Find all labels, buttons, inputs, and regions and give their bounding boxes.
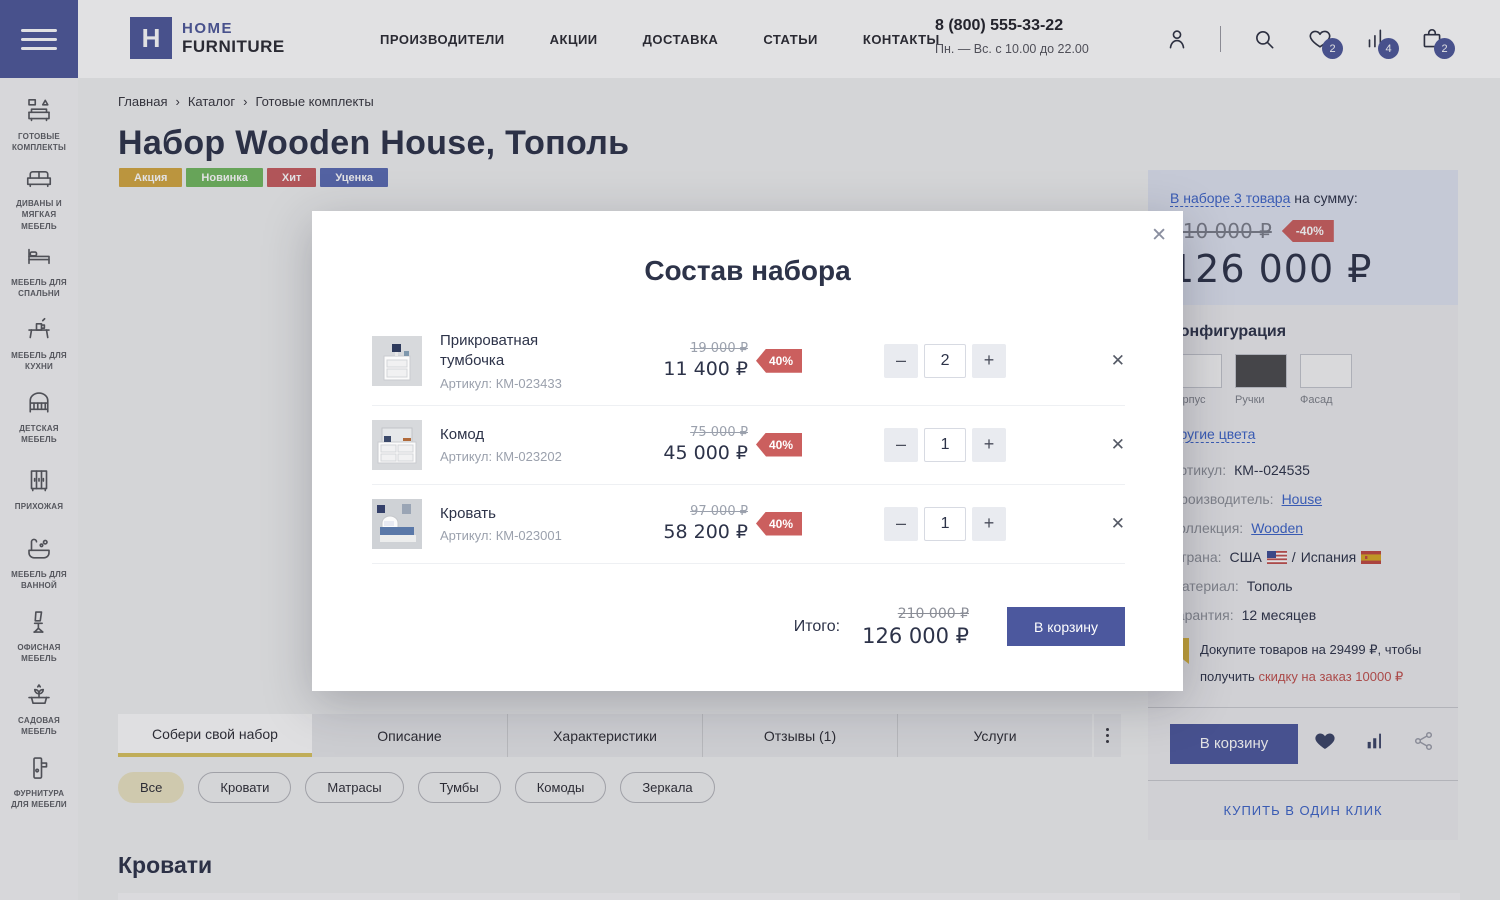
remove-item-button[interactable]: ✕: [1111, 514, 1125, 534]
set-composition-modal: ✕ Состав набора Прикроватная тумбочка Ар…: [312, 211, 1183, 691]
modal-item-row: Кровать Артикул: КМ-023001 97 000 ₽ 58 2…: [372, 485, 1125, 564]
quantity-input[interactable]: [924, 428, 966, 462]
modal-item-row: Прикроватная тумбочка Артикул: КМ-023433…: [372, 317, 1125, 406]
item-price: 11 400 ₽: [636, 358, 748, 380]
item-sku: Артикул: КМ-023001: [440, 528, 636, 543]
modal-item-row: Комод Артикул: КМ-023202 75 000 ₽ 45 000…: [372, 406, 1125, 485]
item-old-price: 97 000 ₽: [636, 504, 748, 519]
modal-items: Прикроватная тумбочка Артикул: КМ-023433…: [372, 317, 1125, 564]
total-old-price: 210 000 ₽: [862, 606, 969, 622]
quantity-stepper: – +: [884, 507, 1006, 541]
item-discount-badge: 40%: [756, 349, 802, 373]
item-discount-badge: 40%: [756, 433, 802, 457]
modal-footer: Итого: 210 000 ₽ 126 000 ₽ В корзину: [372, 606, 1125, 648]
item-old-price: 19 000 ₽: [636, 341, 748, 356]
item-sku: Артикул: КМ-023202: [440, 449, 636, 464]
total-label: Итого:: [794, 618, 840, 636]
quantity-input[interactable]: [924, 344, 966, 378]
item-discount-badge: 40%: [756, 512, 802, 536]
page: H HOME FURNITURE ПРОИЗВОДИТЕЛИ АКЦИИ ДОС…: [0, 0, 1500, 900]
modal-title: Состав набора: [312, 255, 1183, 287]
item-name: Прикроватная тумбочка: [440, 331, 590, 372]
quantity-stepper: – +: [884, 344, 1006, 378]
modal-close-button[interactable]: ✕: [1151, 226, 1167, 245]
item-price: 45 000 ₽: [636, 442, 748, 464]
quantity-increase-button[interactable]: +: [972, 507, 1006, 541]
item-sku: Артикул: КМ-023433: [440, 376, 636, 391]
quantity-increase-button[interactable]: +: [972, 344, 1006, 378]
item-name: Кровать: [440, 504, 590, 524]
quantity-increase-button[interactable]: +: [972, 428, 1006, 462]
quantity-input[interactable]: [924, 507, 966, 541]
dresser-thumbnail: [372, 420, 422, 470]
item-price: 58 200 ₽: [636, 521, 748, 543]
quantity-stepper: – +: [884, 428, 1006, 462]
bed-thumbnail: [372, 499, 422, 549]
quantity-decrease-button[interactable]: –: [884, 428, 918, 462]
quantity-decrease-button[interactable]: –: [884, 344, 918, 378]
total-price: 126 000 ₽: [862, 624, 969, 648]
quantity-decrease-button[interactable]: –: [884, 507, 918, 541]
modal-add-to-cart-button[interactable]: В корзину: [1007, 607, 1125, 646]
remove-item-button[interactable]: ✕: [1111, 351, 1125, 371]
remove-item-button[interactable]: ✕: [1111, 435, 1125, 455]
item-name: Комод: [440, 425, 590, 445]
nightstand-thumbnail: [372, 336, 422, 386]
item-old-price: 75 000 ₽: [636, 425, 748, 440]
